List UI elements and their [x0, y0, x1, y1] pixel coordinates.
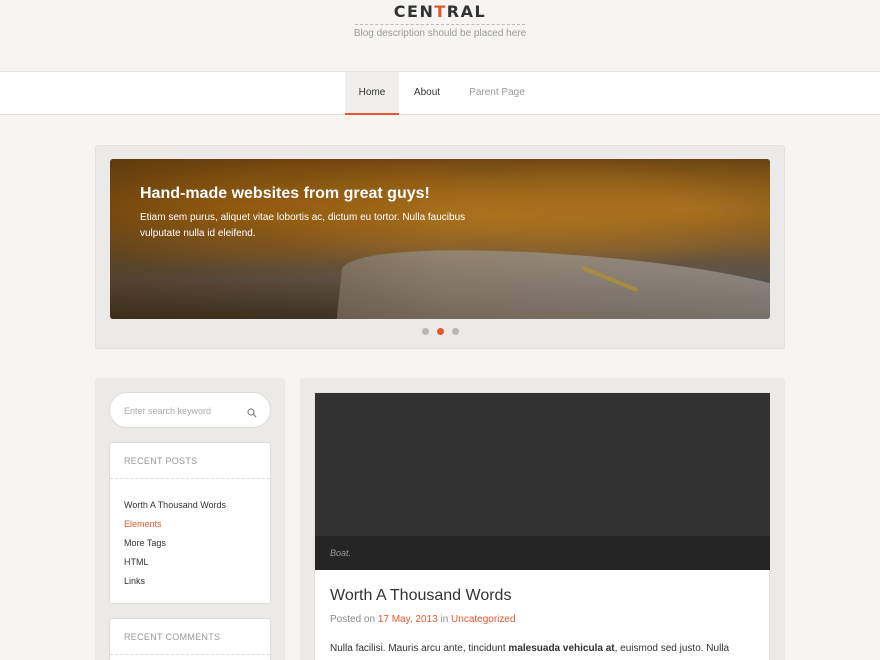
recent-post-link[interactable]: More Tags	[124, 534, 270, 553]
post-meta-in: in	[440, 614, 449, 625]
post-meta: Posted on 17 May, 2013 in Uncategorized	[330, 614, 516, 625]
recent-posts-widget: RECENT POSTS Worth A Thousand Words Elem…	[109, 442, 271, 604]
main-nav: Home About Parent Page	[0, 71, 880, 115]
slide-image[interactable]: Hand-made websites from great guys! Etia…	[110, 159, 770, 319]
nav-item-parent-page[interactable]: Parent Page	[462, 72, 532, 115]
post-featured-image[interactable]	[315, 393, 770, 536]
post-excerpt: Nulla facilisi. Mauris arcu ante, tincid…	[330, 641, 750, 657]
post-title[interactable]: Worth A Thousand Words	[330, 587, 511, 605]
slider-dot-1[interactable]	[421, 328, 429, 335]
search-input[interactable]	[124, 403, 244, 419]
recent-post-link[interactable]: Elements	[124, 515, 270, 534]
recent-post-link[interactable]: HTML	[124, 553, 270, 572]
logo-text-accent: T	[434, 2, 447, 21]
post-excerpt-text-end: , euismod sed justo. Nulla	[614, 643, 730, 654]
recent-posts-title: RECENT POSTS	[110, 443, 270, 479]
post-image-caption-bar: Boat.	[315, 536, 770, 570]
search-icon[interactable]	[247, 405, 257, 418]
sidebar: RECENT POSTS Worth A Thousand Words Elem…	[95, 378, 285, 660]
post-card: Boat. Worth A Thousand Words Posted on 1…	[314, 392, 770, 660]
post-excerpt-text: Nulla facilisi. Mauris arcu ante, tincid…	[330, 643, 509, 654]
slider-pagination	[96, 328, 784, 335]
site-tagline: Blog description should be placed here	[353, 28, 527, 39]
post-meta-label: Posted on	[330, 614, 376, 625]
recent-comments-title: RECENT COMMENTS	[110, 619, 270, 655]
nav-item-about[interactable]: About	[404, 72, 450, 115]
post-category-link[interactable]: Uncategorized	[451, 614, 515, 625]
logo-divider	[355, 24, 525, 25]
recent-post-link[interactable]: Worth A Thousand Words	[124, 496, 270, 515]
main-content: Boat. Worth A Thousand Words Posted on 1…	[300, 378, 785, 660]
recent-posts-list: Worth A Thousand Words Elements More Tag…	[110, 479, 270, 591]
post-excerpt-bold: malesuada vehicula at	[508, 643, 615, 654]
recent-comments-widget: RECENT COMMENTS	[109, 618, 271, 660]
slide-title: Hand-made websites from great guys!	[140, 185, 430, 202]
slider-dot-2[interactable]	[436, 328, 444, 335]
recent-post-link[interactable]: Links	[124, 572, 270, 591]
logo-text-start: CEN	[393, 2, 435, 21]
slide-text: Etiam sem purus, aliquet vitae lobortis …	[140, 212, 466, 239]
site-logo[interactable]: CENTRAL	[0, 2, 880, 21]
slider-dot-3[interactable]	[451, 328, 459, 335]
hero-slider: Hand-made websites from great guys! Etia…	[95, 145, 785, 349]
post-date-link[interactable]: 17 May, 2013	[378, 614, 438, 625]
nav-item-home[interactable]: Home	[345, 72, 399, 115]
post-image-caption: Boat.	[330, 548, 352, 558]
logo-text-end: RAL	[446, 2, 487, 21]
site-header: CENTRAL Blog description should be place…	[0, 0, 880, 71]
search-box	[109, 392, 271, 428]
